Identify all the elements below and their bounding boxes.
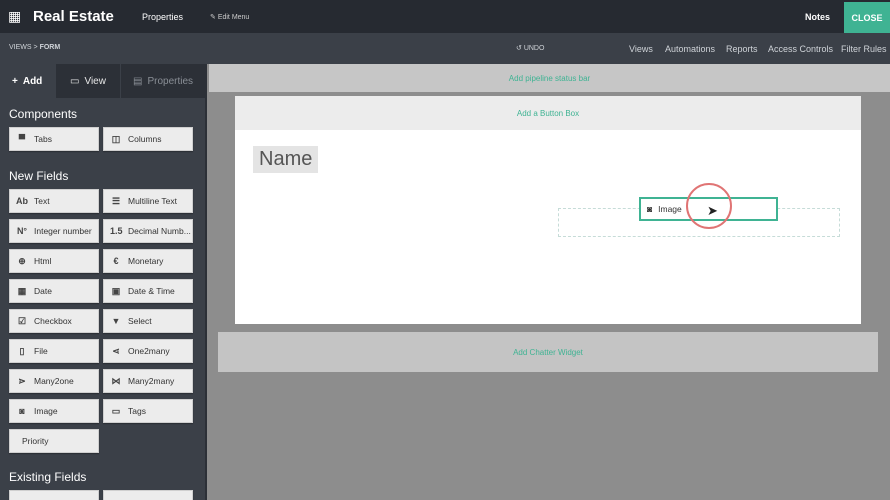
existing-fields-heading: Existing Fields — [9, 470, 87, 484]
sub-bar: VIEWS > FORM ↺ UNDO Views Automations Re… — [0, 33, 890, 64]
field-checkbox[interactable]: ☑ Checkbox — [9, 309, 99, 333]
link-reports[interactable]: Reports — [726, 44, 758, 54]
field-date[interactable]: ▦ Date — [9, 279, 99, 303]
field-label: Select — [128, 316, 152, 326]
breadcrumb-form: FORM — [39, 44, 61, 51]
field-label: Text — [34, 196, 50, 206]
field-type-icon: ☰ — [111, 195, 121, 206]
field-label: Date — [34, 286, 52, 296]
field-decimal-numb[interactable]: 1.5 Decimal Numb... — [103, 219, 193, 243]
add-pipeline-status-bar[interactable]: Add pipeline status bar — [209, 64, 890, 92]
name-field[interactable]: Name — [253, 146, 319, 173]
field-one2many[interactable]: ⋖ One2many — [103, 339, 193, 363]
cursor-icon: ➤ — [707, 203, 718, 218]
top-bar: ▦ Real Estate Properties ✎ Edit Menu Not… — [0, 0, 890, 33]
field-html[interactable]: ⊕ Html — [9, 249, 99, 273]
field-select[interactable]: ▼ Select — [103, 309, 193, 333]
field-label: Many2one — [34, 376, 74, 386]
tab-view[interactable]: ▭ View — [56, 64, 120, 98]
link-views[interactable]: Views — [629, 44, 653, 54]
tab-properties[interactable]: ▤ Properties — [121, 64, 205, 98]
field-tags[interactable]: ▭ Tags — [103, 399, 193, 423]
edit-menu-link[interactable]: ✎ Edit Menu — [210, 13, 249, 21]
columns-icon: ◫ — [111, 133, 121, 144]
component-tabs[interactable]: ▀ Tabs — [9, 127, 99, 151]
field-type-icon: ▣ — [111, 285, 121, 296]
link-access-controls[interactable]: Access Controls — [768, 44, 833, 54]
field-type-icon: N° — [16, 226, 28, 236]
field-type-icon: € — [113, 256, 119, 266]
field-many2many[interactable]: ⋈ Many2many — [103, 369, 193, 393]
plus-icon: + — [12, 75, 18, 87]
field-label: Integer number — [34, 226, 92, 236]
field-type-icon: ▦ — [17, 285, 27, 296]
field-label: File — [34, 346, 48, 356]
field-label: Priority — [22, 436, 49, 446]
field-priority[interactable]: Priority — [9, 429, 99, 453]
add-chatter-widget[interactable]: Add Chatter Widget — [218, 332, 878, 372]
field-many2one[interactable]: ⋗ Many2one — [9, 369, 99, 393]
field-label: Multiline Text — [128, 196, 177, 206]
sidebar: + Add ▭ View ▤ Properties Components ▀ Tabs … — [0, 64, 207, 500]
existing-field[interactable] — [9, 490, 99, 500]
field-text[interactable]: Ab Text — [9, 189, 99, 213]
field-type-icon: ▭ — [111, 405, 121, 416]
notes-button[interactable]: Notes — [805, 12, 830, 22]
field-file[interactable]: ▯ File — [9, 339, 99, 363]
field-monetary[interactable]: € Monetary — [103, 249, 193, 273]
close-button[interactable]: CLOSE — [844, 2, 890, 33]
new-fields-heading: New Fields — [9, 169, 69, 183]
app-title: Real Estate — [33, 8, 114, 25]
field-type-icon: ⋈ — [111, 375, 121, 386]
field-multiline-text[interactable]: ☰ Multiline Text — [103, 189, 193, 213]
monitor-icon: ▭ — [70, 75, 80, 87]
tabs-icon: ▀ — [18, 134, 26, 144]
field-label: Tags — [128, 406, 146, 416]
form-sheet: Add a Button Box Name ◙ Image ➤ — [235, 96, 861, 324]
field-type-icon: ◙ — [19, 406, 25, 416]
field-type-icon: ▯ — [19, 345, 25, 356]
field-type-icon: ☑ — [17, 315, 27, 326]
field-label: Many2many — [128, 376, 175, 386]
undo-button[interactable]: ↺ UNDO — [516, 44, 544, 52]
field-type-icon: ⋖ — [112, 345, 120, 356]
field-type-icon: 1.5 — [110, 226, 123, 236]
field-label: Decimal Numb... — [128, 226, 191, 236]
breadcrumb-views[interactable]: VIEWS — [9, 44, 32, 51]
list-icon: ▤ — [133, 75, 143, 87]
field-label: One2many — [128, 346, 170, 356]
pencil-icon: ✎ — [210, 14, 218, 21]
field-image[interactable]: ◙ Image — [9, 399, 99, 423]
link-filter-rules[interactable]: Filter Rules — [841, 44, 887, 54]
link-automations[interactable]: Automations — [665, 44, 715, 54]
add-button-box[interactable]: Add a Button Box — [235, 96, 861, 130]
field-integer-number[interactable]: N° Integer number — [9, 219, 99, 243]
field-label: Date & Time — [128, 286, 175, 296]
components-heading: Components — [9, 107, 78, 121]
field-label: Checkbox — [34, 316, 72, 326]
field-label: Image — [34, 406, 58, 416]
menu-properties[interactable]: Properties — [142, 12, 183, 22]
existing-field[interactable] — [103, 490, 193, 500]
field-type-icon: ⋗ — [18, 375, 26, 386]
breadcrumb: VIEWS > FORM — [9, 44, 61, 51]
component-columns[interactable]: ◫ Columns — [103, 127, 193, 151]
apps-menu-icon[interactable]: ▦ — [8, 8, 21, 25]
field-type-icon: ⊕ — [18, 255, 26, 266]
undo-icon: ↺ — [516, 45, 524, 52]
field-type-icon: Ab — [16, 196, 28, 206]
field-label: Html — [34, 256, 52, 266]
camera-icon: ◙ — [647, 204, 653, 214]
field-date-time[interactable]: ▣ Date & Time — [103, 279, 193, 303]
field-type-icon: ▼ — [111, 316, 121, 326]
tab-add[interactable]: + Add — [0, 64, 55, 98]
field-label: Monetary — [128, 256, 164, 266]
